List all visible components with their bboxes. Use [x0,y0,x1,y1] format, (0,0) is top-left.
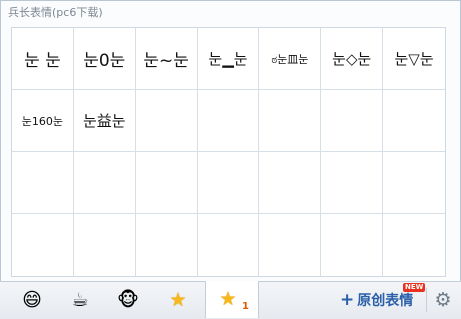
tab-coffee[interactable]: ☕ [60,282,100,318]
empty-cell [321,90,384,152]
empty-cell [259,152,322,214]
empty-cell [135,152,198,214]
tab-default-emoji[interactable]: 😄 [12,282,52,318]
toolbar-divider [426,288,427,312]
emoticon-cell[interactable]: 눈160눈 [12,90,74,152]
star-icon: ★ [169,288,187,311]
empty-cell [136,214,198,276]
emoticon-grid: 눈 눈 눈0눈 눈~눈 눈▁눈 ಠ눈皿눈 눈◇눈 눈▽눈 눈160눈 눈益눈 [11,27,446,277]
monkey-face-icon: 🐵 [117,288,139,311]
emoticon-cell[interactable]: ಠ눈皿눈 [259,28,322,90]
new-badge: NEW [403,283,426,292]
emoticon-cell[interactable]: 눈 눈 [12,28,74,90]
panel-title: 兵长表情(pc6下载) [8,6,103,19]
empty-cell [74,214,136,276]
empty-cell [383,152,445,214]
emoticon-cell[interactable]: 눈0눈 [73,28,136,90]
tab-monkey[interactable]: 🐵 [108,282,148,318]
emoticon-cell[interactable]: 눈益눈 [73,90,136,152]
create-emoticon-button[interactable]: + 原创表情 [340,290,413,310]
empty-cell [12,152,74,214]
emoticon-cell[interactable]: 눈~눈 [135,28,198,90]
tab-favorites[interactable]: ★ [158,282,198,318]
empty-cell [259,90,322,152]
empty-cell [383,214,445,276]
empty-cell [383,90,445,152]
empty-cell [198,214,260,276]
empty-cell [12,214,74,276]
create-emoticon-label: 原创表情 [357,293,414,309]
tab-custom-active[interactable]: ★ 1 [205,281,259,318]
star-icon: ★ [219,288,237,310]
tab-count-badge: 1 [242,301,249,312]
empty-cell [73,152,136,214]
emoticon-cell[interactable]: 눈▽눈 [383,28,445,90]
emoticon-cell[interactable]: 눈▁눈 [197,28,260,90]
smiley-face-icon: 😄 [22,288,42,311]
gear-icon: ⚙ [434,289,452,311]
plus-icon: + [340,289,355,310]
settings-button[interactable]: ⚙ [430,287,456,313]
empty-cell [321,152,384,214]
empty-cell [259,214,322,276]
emoticon-tab-bar: 😄 ☕ 🐵 ★ ★ 1 + 原创表情 NEW ⚙ [0,281,461,319]
empty-cell [197,90,260,152]
empty-cell [135,90,198,152]
empty-cell [197,152,260,214]
emoticon-panel: 兵长表情(pc6下载) 눈 눈 눈0눈 눈~눈 눈▁눈 ಠ눈皿눈 눈◇눈 눈▽눈… [0,0,461,318]
empty-cell [321,214,384,276]
emoticon-cell[interactable]: 눈◇눈 [321,28,384,90]
coffee-cup-icon: ☕ [71,288,89,311]
